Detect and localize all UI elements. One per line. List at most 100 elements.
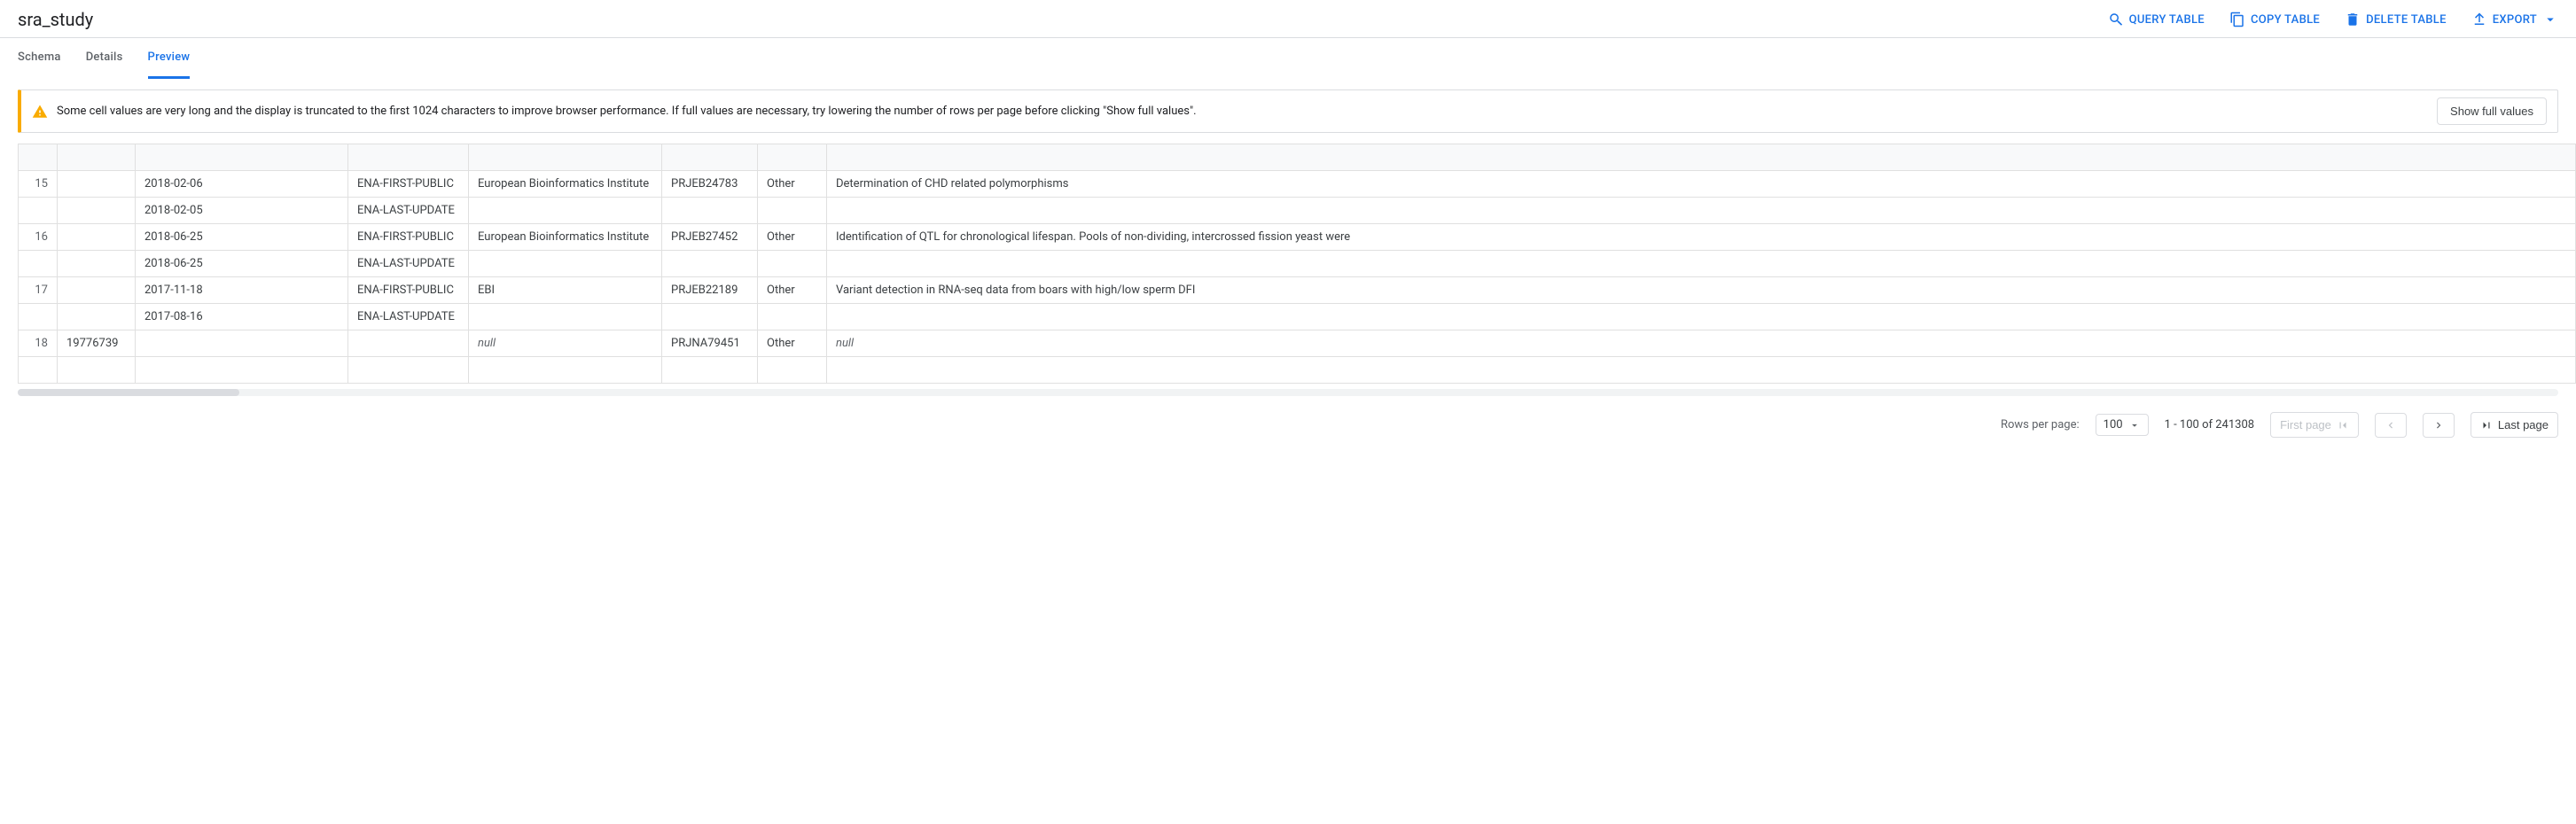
table-cell [58, 198, 136, 224]
table-cell: Other [758, 277, 827, 304]
copy-table-button[interactable]: Copy Table [2229, 12, 2320, 27]
table-actions: Query Table Copy Table Delete Table Expo… [2108, 12, 2558, 27]
table-cell: ENA-FIRST-PUBLIC [348, 277, 469, 304]
table-cell: European Bioinformatics Institute [469, 171, 662, 198]
upload-icon [2471, 12, 2487, 27]
next-page-button[interactable] [2423, 413, 2455, 438]
dropdown-icon [2542, 12, 2558, 27]
table-cell: ENA-FIRST-PUBLIC [348, 224, 469, 251]
tab-preview[interactable]: Preview [148, 38, 191, 79]
table-row: 152018-02-06ENA-FIRST-PUBLICEuropean Bio… [19, 171, 2576, 198]
delete-table-label: Delete Table [2366, 13, 2447, 27]
table-cell: 2017-08-16 [136, 304, 348, 330]
table-cell: Variant detection in RNA-seq data from b… [827, 277, 2576, 304]
show-full-values-button[interactable]: Show full values [2437, 97, 2547, 125]
first-page-button[interactable]: First page [2270, 412, 2359, 438]
dropdown-icon [2128, 419, 2141, 431]
table-cell [827, 251, 2576, 277]
table-row: 2018-02-05ENA-LAST-UPDATE [19, 198, 2576, 224]
rows-per-page-label: Rows per page: [2001, 418, 2080, 431]
preview-table: 152018-02-06ENA-FIRST-PUBLICEuropean Bio… [18, 144, 2576, 384]
trash-icon [2345, 12, 2361, 27]
table-cell [348, 330, 469, 357]
table-cell: PRJEB27452 [662, 224, 758, 251]
table-cell [19, 304, 58, 330]
table-cell: PRJNA79451 [662, 330, 758, 357]
table-cell: 2018-06-25 [136, 224, 348, 251]
table-row: 2018-06-25ENA-LAST-UPDATE [19, 251, 2576, 277]
page-title: sra_study [18, 9, 93, 30]
table-cell: Identification of QTL for chronological … [827, 224, 2576, 251]
table-cell [58, 304, 136, 330]
table-cell: 19776739 [58, 330, 136, 357]
truncation-alert: Some cell values are very long and the d… [18, 89, 2558, 133]
table-cell [758, 304, 827, 330]
delete-table-button[interactable]: Delete Table [2345, 12, 2447, 27]
table-cell [758, 357, 827, 384]
table-cell [136, 357, 348, 384]
table-row: 2017-08-16ENA-LAST-UPDATE [19, 304, 2576, 330]
table-cell [758, 198, 827, 224]
tab-details[interactable]: Details [86, 38, 123, 78]
tabs: Schema Details Preview [0, 38, 2576, 79]
table-cell [136, 330, 348, 357]
pagination: Rows per page: 100 1 - 100 of 241308 Fir… [0, 396, 2576, 447]
table-cell: 15 [19, 171, 58, 198]
prev-page-button[interactable] [2375, 413, 2407, 438]
table-cell [827, 357, 2576, 384]
table-cell [662, 304, 758, 330]
chevron-left-icon [2385, 419, 2397, 431]
table-row: 1819776739nullPRJNA79451Othernull [19, 330, 2576, 357]
table-cell: EBI [469, 277, 662, 304]
chevron-right-icon [2432, 419, 2445, 431]
table-cell: 2018-02-05 [136, 198, 348, 224]
table-cell: 2017-11-18 [136, 277, 348, 304]
table-cell [469, 251, 662, 277]
table-row [19, 357, 2576, 384]
table-cell [662, 251, 758, 277]
rows-per-page-value: 100 [2104, 418, 2123, 431]
copy-icon [2229, 12, 2245, 27]
table-cell: ENA-LAST-UPDATE [348, 198, 469, 224]
table-cell [662, 198, 758, 224]
query-table-label: Query Table [2129, 13, 2205, 27]
search-in-table-icon [2108, 12, 2124, 27]
table-cell [827, 198, 2576, 224]
table-cell [469, 304, 662, 330]
rows-per-page-select[interactable]: 100 [2096, 414, 2149, 436]
export-button[interactable]: Export [2471, 12, 2558, 27]
table-cell [58, 357, 136, 384]
table-cell: ENA-LAST-UPDATE [348, 304, 469, 330]
table-cell: Other [758, 224, 827, 251]
table-cell: null [469, 330, 662, 357]
table-cell: 2018-02-06 [136, 171, 348, 198]
table-cell: PRJEB24783 [662, 171, 758, 198]
tab-schema[interactable]: Schema [18, 38, 61, 78]
table-cell [19, 251, 58, 277]
table-cell: 2018-06-25 [136, 251, 348, 277]
table-cell [58, 277, 136, 304]
last-page-icon [2480, 419, 2493, 431]
table-cell: Determination of CHD related polymorphis… [827, 171, 2576, 198]
table-cell: 17 [19, 277, 58, 304]
copy-table-label: Copy Table [2251, 13, 2320, 27]
table-cell [58, 251, 136, 277]
table-cell [19, 357, 58, 384]
table-cell: Other [758, 330, 827, 357]
table-cell: 16 [19, 224, 58, 251]
alert-text: Some cell values are very long and the d… [57, 105, 1197, 118]
table-cell: PRJEB22189 [662, 277, 758, 304]
table-cell [469, 198, 662, 224]
table-cell: 18 [19, 330, 58, 357]
table-cell [469, 357, 662, 384]
table-cell [58, 171, 136, 198]
horizontal-scrollbar-thumb[interactable] [18, 389, 239, 396]
first-page-label: First page [2280, 418, 2331, 431]
table-cell: ENA-LAST-UPDATE [348, 251, 469, 277]
last-page-button[interactable]: Last page [2471, 412, 2558, 438]
table-cell: European Bioinformatics Institute [469, 224, 662, 251]
table-cell [58, 224, 136, 251]
export-label: Export [2493, 13, 2537, 27]
horizontal-scrollbar[interactable] [18, 389, 2558, 396]
query-table-button[interactable]: Query Table [2108, 12, 2205, 27]
